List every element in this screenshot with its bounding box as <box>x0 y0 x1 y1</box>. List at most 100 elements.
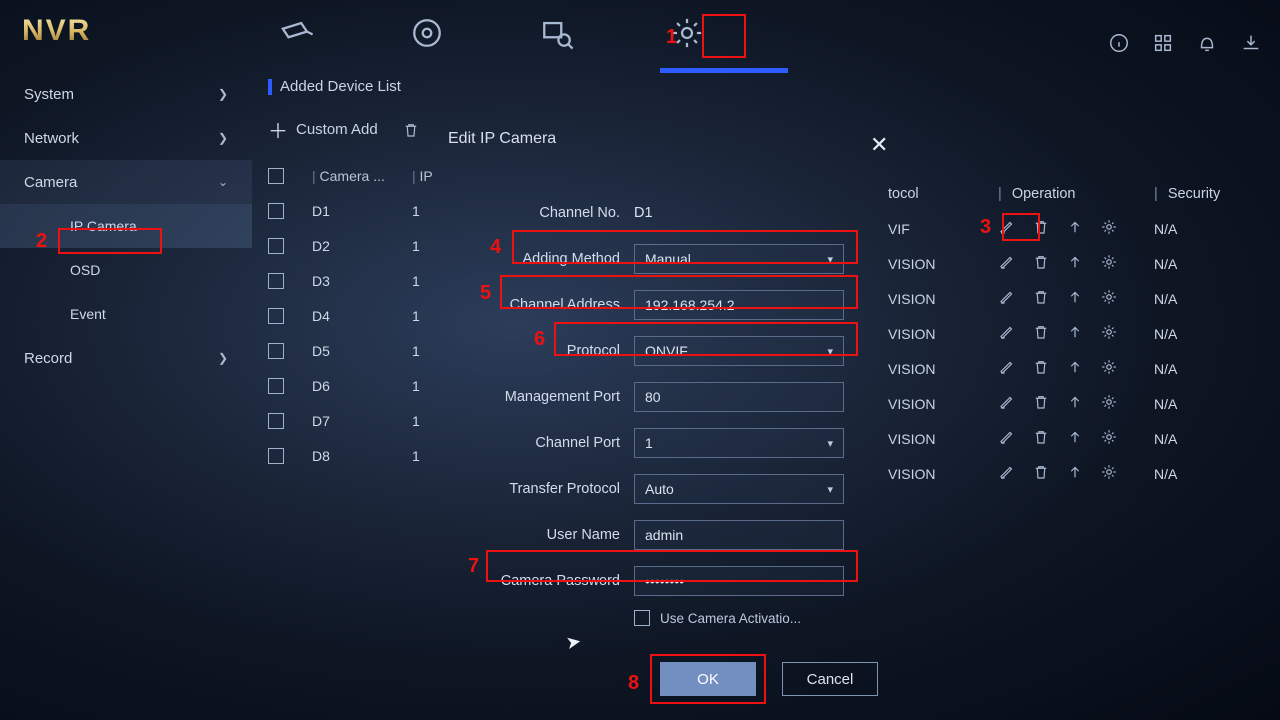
delete-button[interactable] <box>402 121 420 139</box>
transfer-protocol-select[interactable]: Auto ▾ <box>634 474 844 504</box>
trash-icon[interactable] <box>1032 323 1050 344</box>
gear-icon[interactable] <box>1100 428 1118 449</box>
checkbox[interactable] <box>634 610 650 626</box>
input-value: 192.168.254.2 <box>645 297 735 313</box>
dialog-title: Edit IP Camera <box>448 130 556 148</box>
management-port-input[interactable]: 80 <box>634 382 844 412</box>
edit-icon[interactable] <box>998 218 1016 239</box>
edit-icon[interactable] <box>998 323 1016 344</box>
edit-icon[interactable] <box>998 463 1016 484</box>
table-row[interactable]: VISION N/A <box>888 246 1240 281</box>
sidebar-item-camera[interactable]: Camera ⌄ <box>0 160 252 204</box>
field-channel-port: Channel Port 1 ▾ <box>440 420 880 466</box>
cell-protocol: VISION <box>888 396 998 412</box>
gear-icon[interactable] <box>1100 218 1118 239</box>
checkbox[interactable] <box>268 238 284 254</box>
protocol-select[interactable]: ONVIF ▾ <box>634 336 844 366</box>
up-icon[interactable] <box>1066 253 1084 274</box>
up-icon[interactable] <box>1066 288 1084 309</box>
table-row[interactable]: VIF N/A <box>888 211 1240 246</box>
checkbox[interactable] <box>268 378 284 394</box>
gear-icon[interactable] <box>1100 393 1118 414</box>
cell-channel: D8 <box>312 448 412 464</box>
input-value: 80 <box>645 389 661 405</box>
select-value: Manual <box>645 251 691 267</box>
camera-icon[interactable] <box>280 16 314 50</box>
gear-icon[interactable] <box>1100 323 1118 344</box>
up-icon[interactable] <box>1066 323 1084 344</box>
trash-icon[interactable] <box>1032 218 1050 239</box>
sidebar-sub-event[interactable]: Event <box>0 292 252 336</box>
gear-icon[interactable] <box>1100 358 1118 379</box>
table-row[interactable]: VISION N/A <box>888 351 1240 386</box>
table-row[interactable]: VISION N/A <box>888 421 1240 456</box>
adding-method-select[interactable]: Manual ▾ <box>634 244 844 274</box>
sidebar-sub-osd[interactable]: OSD <box>0 248 252 292</box>
up-icon[interactable] <box>1066 218 1084 239</box>
col-operation: Operation <box>1012 186 1076 202</box>
table-row[interactable]: VISION N/A <box>888 456 1240 491</box>
chevron-down-icon: ⌄ <box>218 175 228 189</box>
channel-address-input[interactable]: 192.168.254.2 <box>634 290 844 320</box>
close-button[interactable]: ✕ <box>870 132 888 158</box>
col-ip: IP <box>420 168 433 184</box>
select-value: Auto <box>645 481 674 497</box>
checkbox[interactable] <box>268 343 284 359</box>
checkbox[interactable] <box>268 203 284 219</box>
sidebar-sub-label: IP Camera <box>70 218 137 234</box>
channel-port-select[interactable]: 1 ▾ <box>634 428 844 458</box>
use-activation-row[interactable]: Use Camera Activatio... <box>634 610 880 626</box>
table-row[interactable]: VISION N/A <box>888 316 1240 351</box>
cell-channel: D2 <box>312 238 412 254</box>
cell-channel: D4 <box>312 308 412 324</box>
gear-icon[interactable] <box>1100 463 1118 484</box>
grid-icon[interactable] <box>1152 32 1174 54</box>
search-icon[interactable] <box>540 16 574 50</box>
sidebar-sub-label: OSD <box>70 262 100 278</box>
table-row[interactable]: VISION N/A <box>888 386 1240 421</box>
trash-icon[interactable] <box>1032 288 1050 309</box>
export-icon[interactable] <box>1240 32 1262 54</box>
edit-icon[interactable] <box>998 253 1016 274</box>
checkbox-all[interactable] <box>268 168 284 184</box>
info-icon[interactable] <box>1108 32 1130 54</box>
ok-button[interactable]: OK <box>660 662 756 696</box>
gear-icon[interactable] <box>1100 288 1118 309</box>
user-name-input[interactable]: admin <box>634 520 844 550</box>
trash-icon[interactable] <box>1032 428 1050 449</box>
table-row[interactable]: VISION N/A <box>888 281 1240 316</box>
up-icon[interactable] <box>1066 393 1084 414</box>
edit-icon[interactable] <box>998 428 1016 449</box>
up-icon[interactable] <box>1066 428 1084 449</box>
trash-icon[interactable] <box>1032 253 1050 274</box>
input-value: •••••••• <box>645 573 684 589</box>
trash-icon[interactable] <box>1032 358 1050 379</box>
edit-icon[interactable] <box>998 288 1016 309</box>
select-value: 1 <box>645 435 653 451</box>
checkbox[interactable] <box>268 448 284 464</box>
field-label: Channel No. <box>440 205 634 221</box>
bell-icon[interactable] <box>1196 32 1218 54</box>
checkbox[interactable] <box>268 413 284 429</box>
field-label: Transfer Protocol <box>440 481 634 497</box>
checkbox[interactable] <box>268 273 284 289</box>
camera-password-input[interactable]: •••••••• <box>634 566 844 596</box>
sidebar-item-network[interactable]: Network ❯ <box>0 116 252 160</box>
checkbox[interactable] <box>268 308 284 324</box>
device-table-right: tocol | Operation | Security VIF N/AVISI… <box>888 176 1240 491</box>
playback-icon[interactable] <box>410 16 444 50</box>
input-value: admin <box>645 527 683 543</box>
edit-icon[interactable] <box>998 358 1016 379</box>
field-protocol: Protocol ONVIF ▾ <box>440 328 880 374</box>
custom-add-button[interactable]: ＋ Custom Add <box>268 115 378 144</box>
sidebar-item-system[interactable]: System ❯ <box>0 72 252 116</box>
gear-icon[interactable] <box>1100 253 1118 274</box>
cell-channel: D7 <box>312 413 412 429</box>
trash-icon[interactable] <box>1032 393 1050 414</box>
sidebar-item-record[interactable]: Record ❯ <box>0 336 252 380</box>
edit-icon[interactable] <box>998 393 1016 414</box>
cancel-button[interactable]: Cancel <box>782 662 878 696</box>
up-icon[interactable] <box>1066 358 1084 379</box>
trash-icon[interactable] <box>1032 463 1050 484</box>
up-icon[interactable] <box>1066 463 1084 484</box>
